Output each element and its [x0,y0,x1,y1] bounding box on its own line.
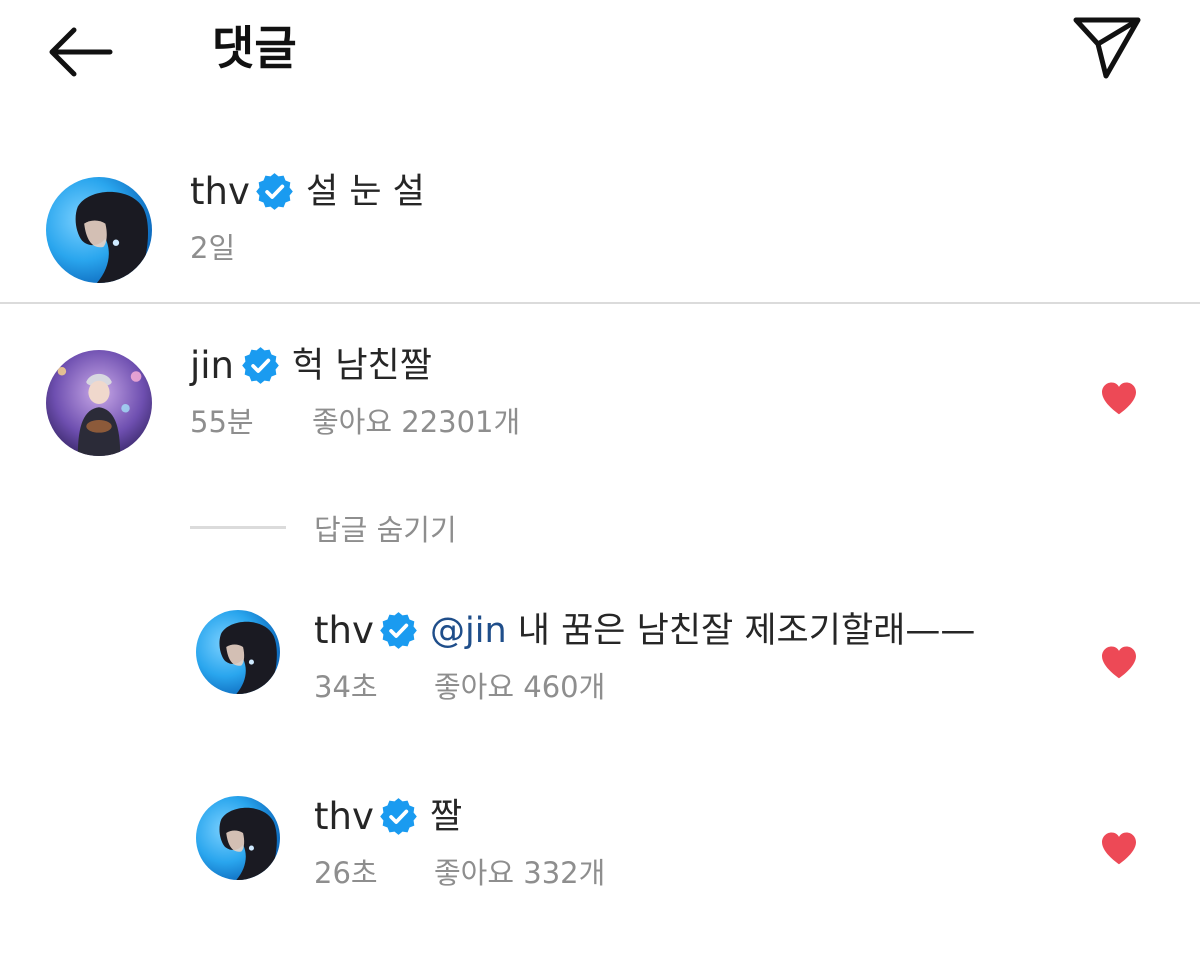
comment-username[interactable]: jin [190,344,234,388]
heart-icon[interactable] [1100,645,1138,679]
divider [0,302,1200,304]
mention-link[interactable]: @jin [430,611,507,651]
heart-icon[interactable] [1100,831,1138,865]
verified-badge-icon [380,798,417,835]
avatar-jin[interactable] [46,350,152,456]
reply-username[interactable]: thv [314,609,374,653]
verified-badge-icon [380,612,417,649]
caption-username[interactable]: thv [190,170,250,214]
paper-plane-icon[interactable] [1070,14,1146,82]
reply-time: 26초 [314,856,378,890]
reply-line [190,526,286,529]
avatar-thv[interactable] [196,796,280,880]
reply-likes[interactable]: 좋아요 460개 [434,669,605,705]
comment-likes[interactable]: 좋아요 22301개 [312,404,520,440]
verified-badge-icon [256,173,293,210]
avatar-thv[interactable] [196,610,280,694]
arrow-left-icon[interactable] [46,22,118,82]
reply-likes[interactable]: 좋아요 332개 [434,855,605,891]
hide-replies-button[interactable]: 답글 숨기기 [314,512,457,548]
heart-icon[interactable] [1100,381,1138,415]
comment-text: 헉 남친짤 [292,346,432,386]
verified-badge-icon [242,347,279,384]
reply-text: 짤 [430,797,463,837]
caption-text: 설 눈 설 [306,172,425,212]
reply-text: 내 꿈은 남친잘 제조기할래—— [517,611,976,651]
page-title: 댓글 [212,21,297,75]
caption-time: 2일 [190,231,236,265]
comment-time: 55분 [190,405,254,439]
reply-username[interactable]: thv [314,795,374,839]
reply-time: 34초 [314,670,378,704]
avatar-thv[interactable] [46,177,152,283]
reply-text-line: @jin 내 꿈은 남친잘 제조기할래—— [430,609,975,653]
